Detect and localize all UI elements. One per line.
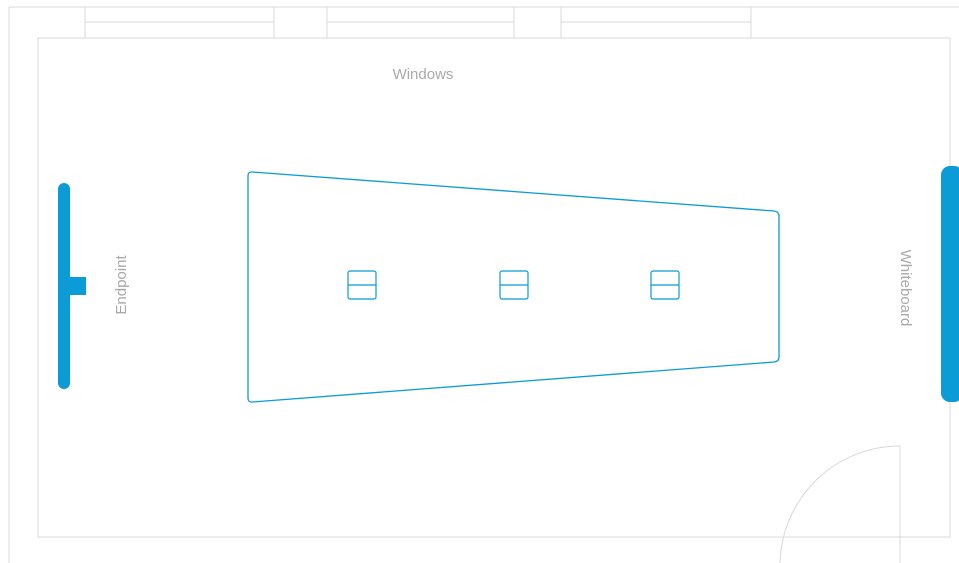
room-floor-plan: Windows Endpoint Whiteboard	[8, 6, 959, 563]
room-wall	[37, 37, 951, 538]
seat-icon[interactable]	[499, 270, 529, 300]
seat-icon[interactable]	[650, 270, 680, 300]
windows-label: Windows	[393, 66, 454, 83]
endpoint-device[interactable]	[58, 183, 86, 389]
window-frames	[84, 7, 752, 38]
whiteboard-device[interactable]	[941, 166, 959, 402]
conference-table[interactable]	[247, 171, 780, 403]
door	[779, 445, 901, 563]
endpoint-label: Endpoint	[113, 255, 130, 315]
whiteboard-label: Whiteboard	[897, 250, 914, 327]
seat-icon[interactable]	[347, 270, 377, 300]
